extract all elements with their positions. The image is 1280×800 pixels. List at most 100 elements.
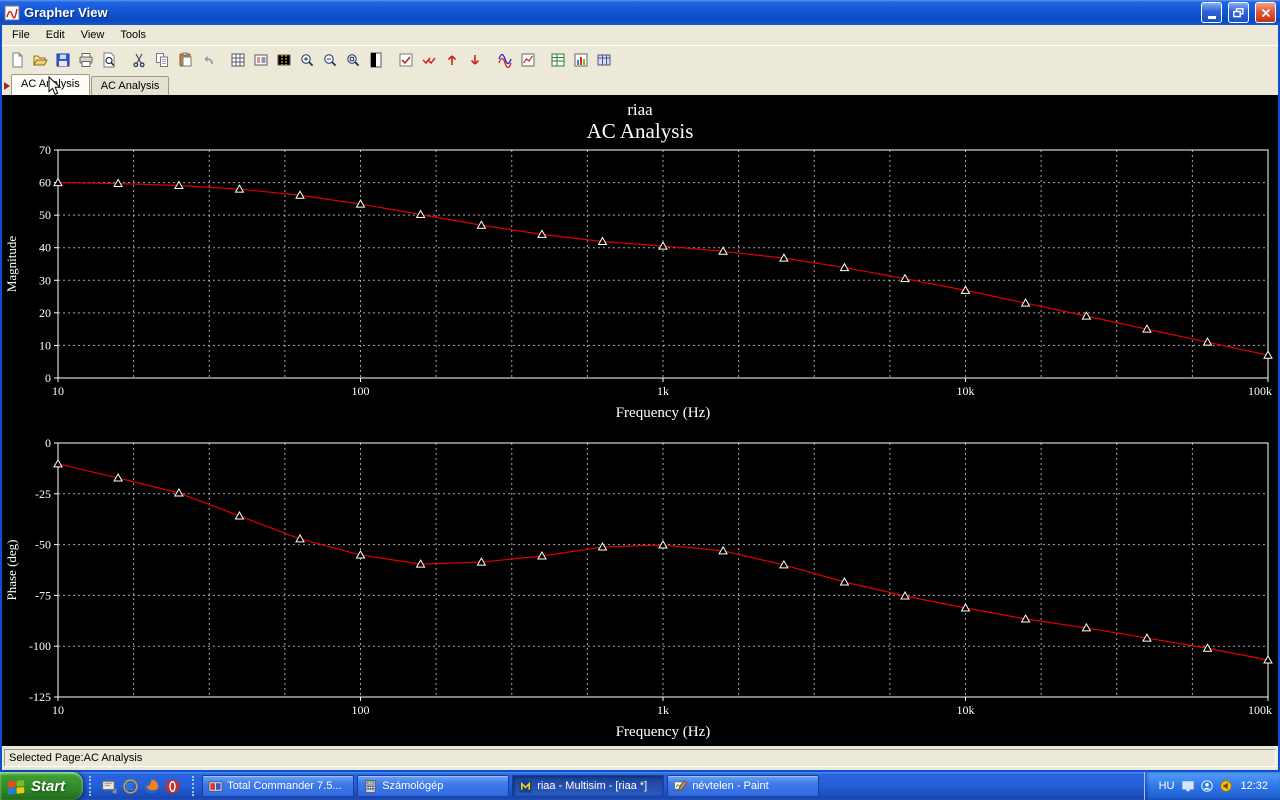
svg-text:-75: -75 xyxy=(35,588,51,602)
quick-launch-grip[interactable] xyxy=(89,776,93,796)
grapher-view-icon xyxy=(4,5,20,21)
show-cursors-button[interactable] xyxy=(272,49,295,71)
window-title: Grapher View xyxy=(24,5,108,20)
overlay-traces-button[interactable] xyxy=(493,49,516,71)
svg-text:100k: 100k xyxy=(1248,384,1272,398)
black-white-icon xyxy=(368,52,384,68)
menu-edit[interactable]: Edit xyxy=(38,26,73,44)
phase-plot: 0 -25 -50 -75 -100 -12510 100 1k 10k 100k Frequenc… xyxy=(4,436,1273,740)
taskbar-button-calculator[interactable]: Számológép xyxy=(357,775,510,797)
minimize-button[interactable] xyxy=(1201,2,1222,23)
tab-2-ac-analysis[interactable]: AC Analysis xyxy=(90,76,170,95)
grapher-page: riaa AC Analysis 70 60 50 40 30 20 10 0 10 100 1k 1… xyxy=(2,95,1278,746)
save-button[interactable] xyxy=(51,49,74,71)
firefox-icon[interactable] xyxy=(143,778,160,795)
zoom-in-button[interactable] xyxy=(295,49,318,71)
taskbar-button-label: Számológép xyxy=(382,780,444,792)
taskbar-button-label: riaa - Multisim - [riaa *] xyxy=(537,780,648,792)
print-preview-button[interactable] xyxy=(97,49,120,71)
svg-text:Frequency (Hz): Frequency (Hz) xyxy=(616,724,711,740)
toolbar-separator xyxy=(539,50,546,70)
cut-icon xyxy=(131,52,147,68)
export-table-icon xyxy=(596,52,612,68)
undo-button[interactable] xyxy=(196,49,219,71)
svg-text:-100: -100 xyxy=(29,639,51,653)
taskbar-button-paint[interactable]: névtelen - Paint xyxy=(667,775,820,797)
black-white-button[interactable] xyxy=(364,49,387,71)
minimize-icon xyxy=(1207,15,1216,19)
show-legend-button[interactable] xyxy=(249,49,272,71)
tray-volume-icon[interactable] xyxy=(1219,779,1233,793)
export-chart-icon xyxy=(573,52,589,68)
select-all-marks-button[interactable] xyxy=(417,49,440,71)
opera-icon[interactable] xyxy=(164,778,181,795)
print-icon xyxy=(78,52,94,68)
svg-text:40: 40 xyxy=(39,241,51,255)
active-page-marker-icon xyxy=(4,82,10,90)
windows-flag-icon xyxy=(8,779,25,794)
svg-text:0: 0 xyxy=(45,436,51,450)
title-bar: Grapher View xyxy=(0,0,1280,25)
save-icon xyxy=(55,52,71,68)
taskbar-button-total-commander[interactable]: Total Commander 7.5... xyxy=(202,775,355,797)
svg-text:Phase (deg): Phase (deg) xyxy=(4,539,19,600)
svg-text:20: 20 xyxy=(39,306,51,320)
open-button[interactable] xyxy=(28,49,51,71)
export-excel-button[interactable] xyxy=(546,49,569,71)
status-bar: Selected Page:AC Analysis xyxy=(2,746,1278,770)
export-chart-button[interactable] xyxy=(569,49,592,71)
svg-text:Frequency (Hz): Frequency (Hz) xyxy=(616,405,711,421)
svg-text:60: 60 xyxy=(39,176,51,190)
taskbar-clock[interactable]: 12:32 xyxy=(1240,780,1268,792)
paint-icon xyxy=(673,779,688,794)
svg-text:70: 70 xyxy=(39,143,51,157)
task-buttons: Total Commander 7.5... Számológép riaa - M… xyxy=(199,775,822,797)
calculator-icon xyxy=(363,779,378,794)
paste-button[interactable] xyxy=(173,49,196,71)
new-button[interactable] xyxy=(5,49,28,71)
toolbar-separator xyxy=(120,50,127,70)
previous-page-icon xyxy=(444,52,460,68)
new-icon xyxy=(9,52,25,68)
show-grid-icon xyxy=(230,52,246,68)
tab-strip: AC Analysis AC Analysis xyxy=(2,74,1278,95)
magnitude-plot: 70605040302010010 100 1k 10k 100kFrequency (… xyxy=(4,143,1273,421)
show-select-marks-button[interactable] xyxy=(394,49,417,71)
export-graph-button[interactable] xyxy=(516,49,539,71)
print-button[interactable] xyxy=(74,49,97,71)
zoom-out-button[interactable] xyxy=(318,49,341,71)
start-button[interactable]: Start xyxy=(0,772,84,800)
paste-icon xyxy=(177,52,193,68)
tray-display-icon[interactable] xyxy=(1181,779,1195,793)
mouse-cursor xyxy=(48,76,62,95)
menu-bar: File Edit View Tools xyxy=(2,25,1278,46)
copy-button[interactable] xyxy=(150,49,173,71)
open-icon xyxy=(32,52,48,68)
close-icon xyxy=(1261,8,1270,17)
taskband-grip[interactable] xyxy=(192,776,196,796)
language-indicator[interactable]: HU xyxy=(1159,780,1175,792)
svg-text:1k: 1k xyxy=(657,703,669,717)
menu-file[interactable]: File xyxy=(4,26,38,44)
show-desktop-icon[interactable] xyxy=(101,778,118,795)
zoom-restore-button[interactable] xyxy=(341,49,364,71)
menu-view[interactable]: View xyxy=(73,26,113,44)
menu-tools[interactable]: Tools xyxy=(112,26,154,44)
previous-page-button[interactable] xyxy=(440,49,463,71)
close-button[interactable] xyxy=(1255,2,1276,23)
overlay-traces-icon xyxy=(497,52,513,69)
cut-button[interactable] xyxy=(127,49,150,71)
next-page-button[interactable] xyxy=(463,49,486,71)
show-legend-icon xyxy=(253,52,269,68)
svg-text:Magnitude: Magnitude xyxy=(4,236,19,293)
show-grid-button[interactable] xyxy=(226,49,249,71)
taskbar-button-multisim[interactable]: riaa - Multisim - [riaa *] xyxy=(512,775,665,797)
print-preview-icon xyxy=(101,52,117,68)
svg-text:10k: 10k xyxy=(957,384,975,398)
tray-messenger-icon[interactable] xyxy=(1200,779,1214,793)
restore-button[interactable] xyxy=(1228,2,1249,23)
toolbar-separator xyxy=(486,50,493,70)
internet-explorer-icon[interactable] xyxy=(122,778,139,795)
export-table-button[interactable] xyxy=(592,49,615,71)
svg-text:-125: -125 xyxy=(29,690,51,704)
